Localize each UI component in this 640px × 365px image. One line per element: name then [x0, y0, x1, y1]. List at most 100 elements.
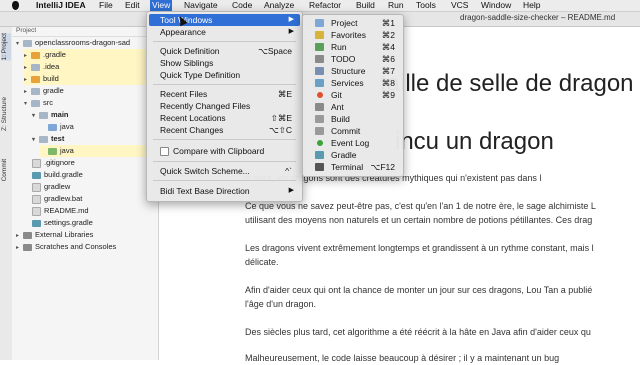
menu-separator [153, 161, 296, 162]
menu-run[interactable]: Run [386, 0, 406, 11]
menu-vcs[interactable]: VCS [449, 0, 470, 11]
folder-icon [31, 63, 40, 71]
expand-arrow-icon[interactable]: ▾ [24, 98, 31, 110]
paragraph-2-line-1: Ce que vous ne savez peut-être pas, c'es… [245, 201, 596, 211]
menu-separator [153, 180, 296, 181]
expand-arrow-icon[interactable]: ▾ [32, 110, 39, 122]
test-folder-icon [48, 147, 57, 155]
markdown-file-icon [32, 206, 41, 216]
project-icon [315, 19, 324, 27]
tree-item-idea-dir[interactable]: ▸ .idea [24, 61, 158, 73]
tool-window-favorites[interactable]: Favorites ⌘2 [305, 29, 401, 41]
tree-item-build-gradle[interactable]: build.gradle [32, 169, 83, 181]
preview-heading-1: taille de selle de dragon [380, 70, 634, 97]
scratches-icon [23, 243, 32, 251]
menu-item-compare-with-clipboard[interactable]: Compare with Clipboard [149, 145, 300, 157]
terminal-icon [315, 163, 324, 171]
gradle-icon [32, 171, 41, 179]
tool-window-commit[interactable]: Commit [305, 125, 401, 137]
menu-view[interactable]: View [150, 0, 173, 11]
tool-window-gradle[interactable]: Gradle [305, 149, 401, 161]
menu-separator [153, 41, 296, 42]
tree-item-gradle-dir[interactable]: ▸ .gradle [24, 49, 158, 61]
git-icon [317, 92, 323, 98]
tree-item-test[interactable]: ▾ test [32, 133, 64, 145]
tool-window-build[interactable]: Build [305, 113, 401, 125]
tree-item-root[interactable]: ▾ openclassrooms-dragon-sad [16, 37, 130, 49]
gradle-icon [32, 219, 41, 227]
tree-item-external-libraries[interactable]: ▸ External Libraries [16, 229, 93, 241]
paragraph-3-line-2: délicate. [245, 257, 279, 267]
menu-build[interactable]: Build [354, 0, 377, 11]
tree-item-build-dir[interactable]: ▸ build [24, 73, 158, 85]
menu-analyze[interactable]: Analyze [262, 0, 296, 11]
menu-separator [153, 139, 296, 140]
tool-window-git[interactable]: Git ⌘9 [305, 89, 401, 101]
tree-item-gradlew-bat[interactable]: gradlew.bat [32, 193, 82, 205]
preview-heading-2: incu un dragon [395, 128, 554, 155]
tree-item-src[interactable]: ▾ src [24, 97, 53, 109]
menu-refactor[interactable]: Refactor [307, 0, 343, 11]
tree-item-scratches[interactable]: ▸ Scratches and Consoles [16, 241, 116, 253]
file-icon [32, 194, 41, 204]
tool-window-project[interactable]: Project ⌘1 [305, 17, 401, 29]
tool-window-todo[interactable]: TODO ⌘6 [305, 53, 401, 65]
menu-item-quick-definition[interactable]: Quick Definition ⌥Space [149, 45, 300, 57]
menu-item-recent-files[interactable]: Recent Files ⌘E [149, 88, 300, 100]
commit-tool-tab[interactable]: Commit [1, 159, 11, 181]
expand-arrow-icon[interactable]: ▾ [16, 38, 23, 50]
tree-item-gradle-folder[interactable]: ▸ gradle [24, 85, 64, 97]
tool-window-structure[interactable]: Structure ⌘7 [305, 65, 401, 77]
paragraph-4-line-1: Afin d'aider ceux qui ont la chance de m… [245, 285, 593, 295]
commit-icon [315, 127, 324, 135]
project-tool-tab[interactable]: 1: Project [1, 33, 11, 61]
tool-window-event-log[interactable]: Event Log [305, 137, 401, 149]
tree-item-settings-gradle[interactable]: settings.gradle [32, 217, 93, 229]
folder-icon [39, 111, 48, 119]
library-icon [23, 231, 32, 239]
tool-window-terminal[interactable]: Terminal ⌥F12 [305, 161, 401, 173]
paragraph-5: Des siècles plus tard, cet algorithme a … [245, 327, 591, 337]
menu-item-bidi-text-base-direction[interactable]: Bidi Text Base Direction ▶ [149, 185, 300, 197]
app-menu[interactable]: IntelliJ IDEA [34, 0, 88, 11]
submenu-arrow-icon: ▶ [288, 28, 294, 35]
tree-item-readme[interactable]: README.md [32, 205, 89, 217]
menu-navigate[interactable]: Navigate [182, 0, 220, 11]
menu-item-quick-type-definition[interactable]: Quick Type Definition [149, 69, 300, 81]
menu-separator [153, 84, 296, 85]
tree-item-test-java[interactable]: java [40, 145, 158, 157]
folder-icon [31, 87, 40, 95]
menu-item-quick-switch-scheme[interactable]: Quick Switch Scheme... ^` [149, 165, 300, 177]
menu-edit[interactable]: Edit [123, 0, 142, 11]
menu-item-appearance[interactable]: Appearance ▶ [149, 26, 300, 38]
menu-item-recent-locations[interactable]: Recent Locations ⇧⌘E [149, 112, 300, 124]
menu-item-recently-changed-files[interactable]: Recently Changed Files [149, 100, 300, 112]
menu-help[interactable]: Help [521, 0, 542, 11]
menu-file[interactable]: File [97, 0, 115, 11]
tool-window-ant[interactable]: Ant [305, 101, 401, 113]
event-log-icon [317, 140, 323, 146]
collapse-arrow-icon[interactable]: ▸ [16, 242, 23, 254]
menu-bar: IntelliJ IDEA File Edit View Navigate Co… [0, 0, 640, 12]
apple-icon[interactable] [12, 1, 19, 10]
tree-item-main-java[interactable]: java [48, 121, 74, 133]
expand-arrow-icon[interactable]: ▾ [32, 134, 39, 146]
tool-window-services[interactable]: Services ⌘8 [305, 77, 401, 89]
window-title: dragon-saddle-size-checker – README.md [460, 13, 616, 22]
menu-item-show-siblings[interactable]: Show Siblings [149, 57, 300, 69]
build-icon [315, 115, 324, 123]
tree-item-gitignore[interactable]: .gitignore [32, 157, 75, 169]
tree-item-gradlew[interactable]: gradlew [32, 181, 70, 193]
menu-tools[interactable]: Tools [414, 0, 438, 11]
gradle-icon [315, 151, 324, 159]
file-icon [32, 182, 41, 192]
tool-window-run[interactable]: Run ⌘4 [305, 41, 401, 53]
structure-icon [315, 67, 324, 75]
tree-item-main[interactable]: ▾ main [32, 109, 69, 121]
structure-tool-tab[interactable]: Z: Structure [1, 97, 11, 131]
folder-icon [39, 135, 48, 143]
menu-item-tool-windows[interactable]: Tool Windows ▶ [149, 14, 300, 26]
menu-code[interactable]: Code [230, 0, 254, 11]
menu-item-recent-changes[interactable]: Recent Changes ⌥⇧C [149, 124, 300, 136]
menu-window[interactable]: Window [479, 0, 513, 11]
